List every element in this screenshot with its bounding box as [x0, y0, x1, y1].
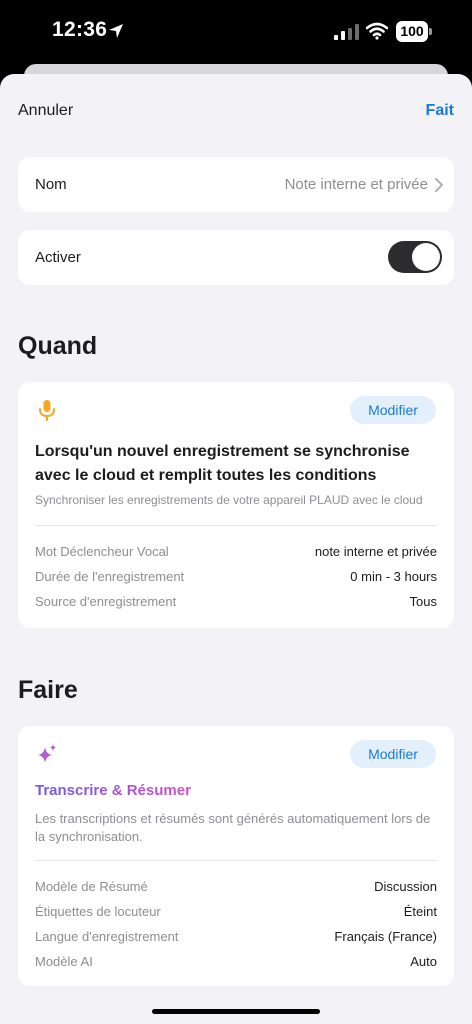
detail-label: Langue d'enregistrement — [35, 929, 179, 944]
trigger-detail-row: Source d'enregistrement Tous — [35, 594, 437, 614]
cellular-signal-icon — [334, 24, 359, 40]
modify-trigger-button[interactable]: Modifier — [350, 396, 436, 424]
automation-sheet: Annuler Fait Nom Note interne et privée … — [0, 74, 472, 1024]
detail-value: Discussion — [374, 879, 437, 894]
cancel-button[interactable]: Annuler — [18, 102, 73, 120]
done-button[interactable]: Fait — [426, 102, 454, 120]
detail-label: Mot Déclencheur Vocal — [35, 544, 169, 559]
trigger-headline: Lorsqu'un nouvel enregistrement se synch… — [35, 443, 410, 484]
activate-label: Activer — [35, 249, 81, 266]
action-description: Les transcriptions et résumés sont génér… — [35, 811, 431, 844]
detail-label: Durée de l'enregistrement — [35, 569, 185, 584]
detail-value: note interne et privée — [314, 544, 437, 559]
detail-value: Français (France) — [334, 929, 437, 944]
detail-value: 0 min - 3 hours — [350, 569, 437, 584]
status-time: 12:36 — [52, 18, 108, 41]
location-arrow-icon — [109, 24, 123, 38]
action-detail-row: Étiquettes de locuteur Éteint — [35, 904, 437, 924]
detail-label: Source d'enregistrement — [35, 594, 177, 609]
action-detail-row: Modèle de Résumé Discussion — [35, 879, 437, 899]
trigger-detail-row: Durée de l'enregistrement 0 min - 3 hour… — [35, 569, 437, 589]
action-detail-row: Modèle AI Auto — [35, 954, 437, 974]
detail-value: Éteint — [403, 904, 437, 919]
detail-value: Tous — [409, 594, 437, 609]
wifi-icon — [366, 22, 388, 40]
when-section-title: Quand — [18, 332, 98, 360]
trigger-subtitle: Synchroniser les enregistrements de votr… — [35, 493, 423, 507]
trigger-card: Modifier Lorsqu'un nouvel enregistrement… — [18, 382, 454, 628]
detail-label: Modèle AI — [35, 954, 93, 969]
battery-tip — [429, 28, 432, 35]
name-row[interactable]: Nom Note interne et privée — [18, 157, 454, 212]
activate-toggle[interactable] — [388, 241, 442, 273]
home-indicator[interactable] — [152, 1009, 320, 1014]
microphone-icon — [39, 400, 55, 421]
name-value: Note interne et privée — [284, 176, 428, 193]
name-label: Nom — [35, 176, 67, 193]
action-title: Transcrire & Résumer — [35, 782, 191, 799]
sparkle-icon — [38, 744, 56, 763]
activate-row: Activer — [18, 230, 454, 285]
trigger-detail-row: Mot Déclencheur Vocal note interne et pr… — [35, 544, 437, 564]
detail-value: Auto — [410, 954, 437, 969]
do-section-title: Faire — [18, 676, 78, 704]
battery-icon: 100 — [396, 21, 432, 42]
action-detail-row: Langue d'enregistrement Français (France… — [35, 929, 437, 949]
status-bar: 12:36 100 — [0, 0, 472, 62]
detail-label: Modèle de Résumé — [35, 879, 148, 894]
divider — [35, 860, 437, 861]
divider — [35, 525, 437, 526]
action-card: Modifier Transcrire & Résumer Les transc… — [18, 726, 454, 986]
modify-action-button[interactable]: Modifier — [350, 740, 436, 768]
toggle-knob — [412, 243, 440, 271]
chevron-right-icon — [435, 178, 443, 192]
detail-label: Étiquettes de locuteur — [35, 904, 161, 919]
battery-level: 100 — [396, 21, 428, 42]
